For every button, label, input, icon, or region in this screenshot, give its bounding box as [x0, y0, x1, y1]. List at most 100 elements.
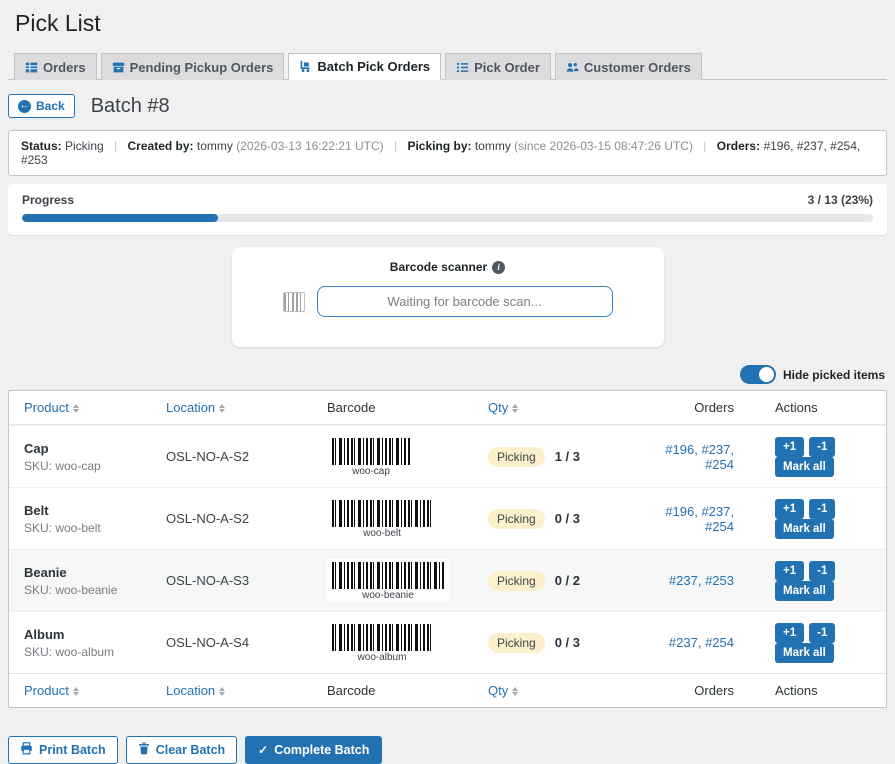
table-row: Album SKU: woo-album OSL-NO-A-S4 woo-alb…	[9, 611, 886, 673]
product-sku: SKU: woo-album	[24, 645, 166, 659]
location-value: OSL-NO-A-S2	[166, 449, 327, 464]
order-link[interactable]: #196	[665, 442, 701, 457]
order-links: #237#254	[638, 635, 734, 650]
complete-batch-button[interactable]: ✓ Complete Batch	[245, 736, 382, 764]
back-arrow-icon: ←	[18, 100, 31, 113]
order-link[interactable]: #254	[705, 457, 734, 472]
order-links: #237#253	[638, 573, 734, 588]
barcode-label: woo-beanie	[332, 590, 444, 601]
tab-label: Customer Orders	[584, 60, 691, 75]
tab-label: Orders	[43, 60, 86, 75]
mark-all-button[interactable]: Mark all	[775, 457, 834, 477]
barcode-label: woo-cap	[332, 466, 410, 477]
picking-by-label: Picking by:	[407, 139, 471, 153]
tab-batch-pick-orders[interactable]: Batch Pick Orders	[288, 53, 441, 80]
tab-label: Pick Order	[474, 60, 540, 75]
info-icon[interactable]: i	[492, 261, 505, 274]
back-button[interactable]: ← Back	[8, 94, 75, 118]
product-name: Belt	[24, 503, 166, 518]
batch-title: Batch #8	[91, 95, 170, 118]
column-header-qty[interactable]: Qty	[488, 391, 638, 424]
progress-value: 3 / 13 (23%)	[808, 193, 873, 207]
table-icon	[25, 61, 38, 74]
table-row: Belt SKU: woo-belt OSL-NO-A-S2 woo-belt …	[9, 487, 886, 549]
progress-bar	[22, 214, 873, 222]
status-badge: Picking	[488, 571, 545, 591]
column-footer-qty[interactable]: Qty	[488, 674, 638, 707]
page-title: Pick List	[8, 0, 887, 37]
product-name: Beanie	[24, 565, 166, 580]
toggle-knob	[759, 367, 774, 382]
plus-one-button[interactable]: +1	[775, 623, 804, 643]
order-link[interactable]: #196	[665, 504, 701, 519]
order-links: #196#237#254	[638, 504, 734, 534]
qty-value: 0 / 2	[555, 573, 580, 588]
barcode-image: woo-belt	[327, 497, 437, 540]
location-value: OSL-NO-A-S3	[166, 573, 327, 588]
clear-batch-button[interactable]: Clear Batch	[126, 736, 237, 764]
product-sku: SKU: woo-belt	[24, 521, 166, 535]
barcode-scanner-card: Barcode scanner i	[232, 247, 664, 347]
qty-value: 0 / 3	[555, 511, 580, 526]
status-badge: Picking	[488, 633, 545, 653]
pick-items-table: Product Location Barcode Qty Orders Acti…	[8, 390, 887, 708]
separator: |	[394, 139, 397, 153]
product-sku: SKU: woo-beanie	[24, 583, 166, 597]
product-name: Album	[24, 627, 166, 642]
minus-one-button[interactable]: -1	[809, 499, 835, 519]
printer-icon	[20, 742, 33, 758]
column-header-location[interactable]: Location	[166, 391, 327, 424]
mark-all-button[interactable]: Mark all	[775, 581, 834, 601]
order-link[interactable]: #254	[705, 519, 734, 534]
sort-icon	[512, 687, 518, 696]
order-link[interactable]: #237	[701, 442, 734, 457]
qty-value: 1 / 3	[555, 449, 580, 464]
order-link[interactable]: #237	[669, 573, 705, 588]
barcode-label: woo-album	[332, 652, 432, 663]
created-time: (2026-03-13 16:22:21 UTC)	[236, 139, 383, 153]
minus-one-button[interactable]: -1	[809, 561, 835, 581]
mark-all-button[interactable]: Mark all	[775, 519, 834, 539]
order-link[interactable]: #237	[701, 504, 734, 519]
tab-label: Pending Pickup Orders	[130, 60, 274, 75]
tab-orders[interactable]: Orders	[14, 53, 97, 80]
column-header-barcode: Barcode	[327, 391, 488, 424]
barcode-scanner-icon	[283, 292, 305, 312]
minus-one-button[interactable]: -1	[809, 623, 835, 643]
tab-label: Batch Pick Orders	[317, 59, 430, 74]
status-label: Status:	[21, 139, 62, 153]
column-header-product[interactable]: Product	[9, 391, 166, 424]
order-link[interactable]: #254	[705, 635, 734, 650]
tab-pending-pickup-orders[interactable]: Pending Pickup Orders	[101, 53, 285, 80]
product-sku: SKU: woo-cap	[24, 459, 166, 473]
mark-all-button[interactable]: Mark all	[775, 643, 834, 663]
minus-one-button[interactable]: -1	[809, 437, 835, 457]
picking-by-user: tommy	[475, 139, 511, 153]
trash-icon	[138, 742, 150, 758]
tab-customer-orders[interactable]: Customer Orders	[555, 53, 702, 80]
progress-card: Progress 3 / 13 (23%)	[8, 184, 887, 235]
column-header-actions: Actions	[734, 391, 886, 424]
clear-batch-label: Clear Batch	[156, 743, 225, 757]
barcode-image: woo-beanie	[327, 559, 449, 602]
barcode-scan-input[interactable]	[317, 286, 613, 317]
hide-picked-label: Hide picked items	[783, 368, 885, 382]
order-link[interactable]: #253	[705, 573, 734, 588]
tab-pick-order[interactable]: Pick Order	[445, 53, 551, 80]
hand-truck-icon	[299, 60, 312, 73]
product-name: Cap	[24, 441, 166, 456]
separator: |	[114, 139, 117, 153]
order-link[interactable]: #237	[669, 635, 705, 650]
column-footer-orders: Orders	[638, 674, 734, 707]
plus-one-button[interactable]: +1	[775, 437, 804, 457]
plus-one-button[interactable]: +1	[775, 561, 804, 581]
column-footer-location[interactable]: Location	[166, 674, 327, 707]
column-footer-product[interactable]: Product	[9, 674, 166, 707]
status-badge: Picking	[488, 447, 545, 467]
plus-one-button[interactable]: +1	[775, 499, 804, 519]
people-icon	[566, 61, 579, 74]
hide-picked-toggle[interactable]	[740, 365, 776, 384]
sort-icon	[73, 404, 79, 413]
sort-icon	[219, 687, 225, 696]
print-batch-button[interactable]: Print Batch	[8, 736, 118, 764]
